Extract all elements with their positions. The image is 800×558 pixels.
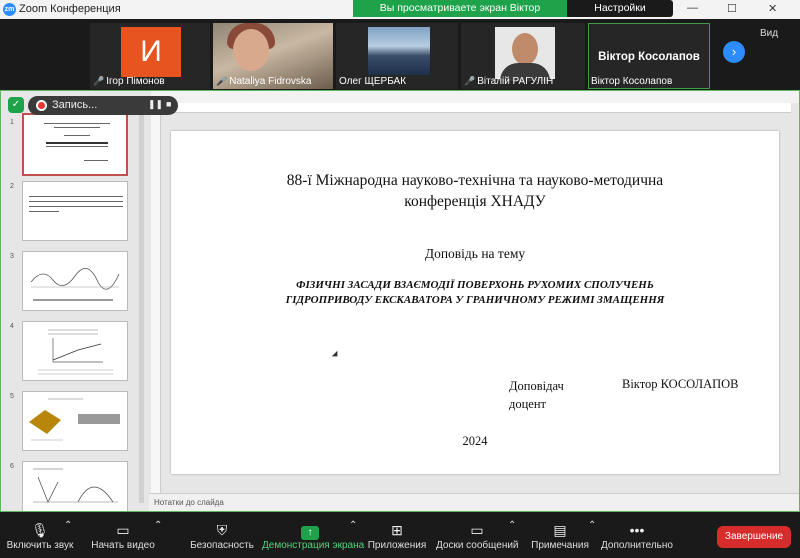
thumbnail-number: 2 bbox=[10, 183, 14, 190]
slide-thumbnail[interactable] bbox=[22, 113, 128, 176]
notes-placeholder: Нотатки до слайда bbox=[154, 498, 224, 507]
more-icon: ••• bbox=[629, 522, 645, 538]
slide-notes[interactable]: Нотатки до слайда bbox=[149, 493, 799, 511]
whiteboards-label: Доски сообщений bbox=[436, 540, 519, 551]
speaker-name: Віктор КОСОЛАПОВ bbox=[622, 377, 739, 391]
notes-icon: ▤ bbox=[553, 522, 567, 538]
shield-icon[interactable]: ✓ bbox=[8, 97, 24, 113]
participant-strip: И 🎤 Ігор Пімонов 🎤 Nataliya Fidrovska Олег… bbox=[0, 19, 800, 89]
participant-tile-active-speaker[interactable]: Віктор Косолапов Віктор Косолапов bbox=[588, 23, 710, 89]
share-screen-label: Демонстрация экрана bbox=[262, 540, 365, 551]
slide-thumbnail[interactable] bbox=[22, 181, 128, 241]
mic-muted-icon: 🎤 bbox=[216, 76, 228, 86]
thumbnail-number: 6 bbox=[10, 463, 14, 470]
participant-tile[interactable]: Олег ЩЕРБАК bbox=[336, 23, 458, 89]
participant-name: Nataliya Fidrovska bbox=[229, 76, 312, 87]
meeting-toolbar: 🎙 Включить звук ⌃ ▭ Начать видео ⌃ ⛨ Без… bbox=[0, 514, 800, 558]
participant-video bbox=[495, 27, 555, 81]
apps-label: Приложения bbox=[367, 540, 427, 551]
security-label: Безопасность bbox=[190, 540, 254, 551]
avatar: И bbox=[121, 27, 181, 77]
report-title-line-2: ГІДРОПРИВОДУ ЕКСКАВАТОРА У ГРАНИЧНОМУ РЕ… bbox=[285, 294, 665, 306]
share-screen-button[interactable]: ↑ Демонстрация экрана bbox=[262, 520, 365, 556]
window-title: Zoom Конференция bbox=[19, 3, 121, 15]
thumbnail-number: 3 bbox=[10, 253, 14, 260]
participant-name: Олег ЩЕРБАК bbox=[339, 76, 407, 87]
chevron-up-icon[interactable]: ⌃ bbox=[508, 520, 516, 556]
chevron-up-icon[interactable]: ⌃ bbox=[154, 520, 162, 556]
view-options-button[interactable]: Настройки просмотра bbox=[567, 0, 673, 31]
slide-thumbnail[interactable] bbox=[22, 321, 128, 381]
shield-icon: ⛨ bbox=[216, 522, 228, 538]
slide-thumbnail[interactable] bbox=[22, 461, 128, 511]
stop-icon[interactable]: ■ bbox=[166, 99, 171, 109]
participant-name: Віталій РАГУЛІН bbox=[477, 76, 554, 87]
pause-icon[interactable]: ❚❚ bbox=[148, 99, 163, 110]
chevron-up-icon[interactable]: ⌃ bbox=[64, 520, 72, 556]
zoom-logo-icon: zm bbox=[3, 3, 16, 16]
mic-muted-icon: 🎤 bbox=[93, 76, 105, 86]
sharing-banner: Вы просматриваете экран Віктор Косолапов bbox=[353, 0, 567, 31]
recording-indicator[interactable]: Запись... ❚❚ ■ bbox=[28, 96, 178, 115]
report-title-line-1: ФІЗИЧНІ ЗАСАДИ ВЗАЄМОДІЇ ПОВЕРХОНЬ РУХОМ… bbox=[296, 279, 654, 291]
topic-label: Доповідь на тему bbox=[424, 246, 526, 261]
apps-button[interactable]: ⊞ Приложения bbox=[366, 520, 428, 556]
title-bar: zm Zoom Конференция Вы просматриваете эк… bbox=[0, 0, 800, 31]
thumbnails-scrollbar[interactable] bbox=[139, 113, 144, 503]
mic-muted-icon: 🎤 bbox=[464, 76, 476, 86]
participant-name: Ігор Пімонов bbox=[106, 76, 165, 87]
security-button[interactable]: ⛨ Безопасность bbox=[190, 520, 254, 556]
conference-line-1: 88-ї Міжнародна науково-технічна та наук… bbox=[286, 172, 664, 189]
shared-screen: 1 2 3 4 5 6 88-ї Міжнародна науково-техн… bbox=[0, 90, 800, 512]
annotate-button[interactable]: ▤ Примечания bbox=[528, 520, 592, 556]
vertical-ruler bbox=[151, 113, 161, 493]
speaker-role-line-2: доцент bbox=[509, 397, 546, 411]
share-screen-icon: ↑ bbox=[301, 526, 319, 540]
participant-video bbox=[368, 27, 430, 75]
maximize-icon[interactable]: ☐ bbox=[727, 2, 737, 15]
slide-year: 2024 bbox=[462, 434, 488, 448]
close-icon[interactable]: ✕ bbox=[768, 2, 777, 15]
record-icon bbox=[36, 100, 47, 111]
ppt-toolbar-strip bbox=[151, 91, 799, 103]
slide-thumbnails-panel: 1 2 3 4 5 6 bbox=[1, 91, 146, 511]
annotate-label: Примечания bbox=[531, 540, 589, 551]
participant-tile[interactable]: И 🎤 Ігор Пімонов bbox=[90, 23, 210, 89]
speaker-role: Доповідач доцент bbox=[509, 377, 564, 413]
whiteboards-button[interactable]: ▭ Доски сообщений bbox=[436, 520, 519, 556]
start-video-button[interactable]: ▭ Начать видео bbox=[88, 520, 158, 556]
view-label[interactable]: Вид bbox=[760, 28, 778, 39]
thumbnail-number: 1 bbox=[10, 119, 14, 126]
apps-icon: ⊞ bbox=[391, 522, 403, 538]
participant-tile[interactable]: 🎤 Nataliya Fidrovska bbox=[213, 23, 333, 89]
whiteboard-icon: ▭ bbox=[470, 522, 484, 538]
report-title: ФІЗИЧНІ ЗАСАДИ ВЗАЄМОДІЇ ПОВЕРХОНЬ РУХОМ… bbox=[171, 278, 779, 308]
end-meeting-button[interactable]: Завершение bbox=[717, 526, 791, 548]
slide-thumbnail[interactable] bbox=[22, 251, 128, 311]
more-button[interactable]: ••• Дополнительно bbox=[600, 520, 674, 556]
recording-label: Запись... bbox=[52, 99, 98, 111]
minimize-icon[interactable]: — bbox=[687, 2, 698, 14]
start-video-label: Начать видео bbox=[91, 540, 155, 551]
chevron-up-icon[interactable]: ⌃ bbox=[349, 520, 357, 556]
chevron-up-icon[interactable]: ⌃ bbox=[588, 520, 596, 556]
slide-thumbnail[interactable] bbox=[22, 391, 128, 451]
participant-tile[interactable]: 🎤 Віталій РАГУЛІН bbox=[461, 23, 585, 89]
conference-line-2: конференція ХНАДУ bbox=[404, 193, 546, 210]
thumbnail-number: 4 bbox=[10, 323, 14, 330]
speaker-role-line-1: Доповідач bbox=[509, 379, 564, 393]
more-label: Дополнительно bbox=[601, 540, 673, 551]
participant-name: Віктор Косолапов bbox=[591, 76, 673, 87]
conference-title: 88-ї Міжнародна науково-технічна та наук… bbox=[171, 170, 779, 212]
video-off-icon: ▭ bbox=[116, 522, 130, 538]
horizontal-ruler bbox=[151, 103, 791, 113]
next-page-button[interactable]: › bbox=[723, 41, 745, 63]
current-slide: 88-ї Міжнародна науково-технічна та наук… bbox=[171, 131, 779, 474]
thumbnail-number: 5 bbox=[10, 393, 14, 400]
